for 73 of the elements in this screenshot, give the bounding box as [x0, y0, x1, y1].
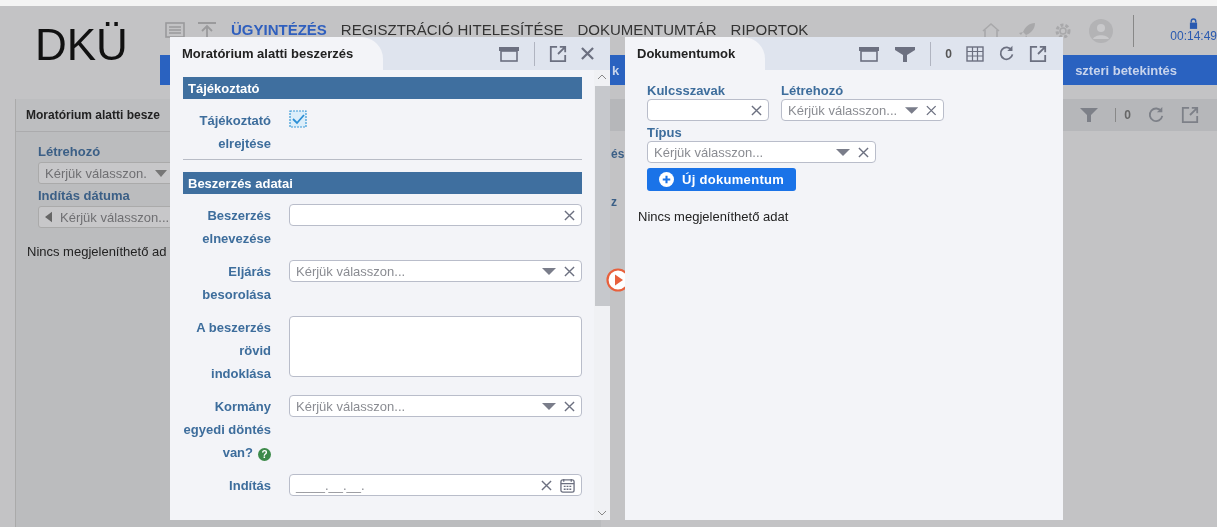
collapse-icon[interactable]	[197, 20, 217, 39]
nav-tab[interactable]: RIPORTOK	[730, 21, 809, 38]
logo: DKÜ	[35, 22, 129, 67]
nav-tab[interactable]: ÜGYINTÉZÉS	[231, 21, 327, 38]
section-header: Beszerzés adatai	[183, 172, 582, 194]
dropdown-caret-icon[interactable]	[836, 148, 850, 156]
arrow-left-icon[interactable]	[45, 211, 52, 223]
field-label: A beszerzés rövid indoklása	[195, 319, 271, 383]
field-label: z	[611, 195, 617, 209]
clear-icon[interactable]	[564, 209, 575, 221]
refresh-icon[interactable]	[1147, 106, 1165, 124]
field-label: Tájékoztató elrejtése	[198, 112, 271, 153]
dropdown-caret-icon[interactable]	[542, 402, 556, 410]
count-label: 0	[945, 46, 952, 61]
tab-label[interactable]: szteri betekintés	[1075, 62, 1177, 78]
field-label: Létrehozó	[781, 83, 845, 98]
field-label: Típus	[647, 125, 683, 140]
clear-icon[interactable]	[564, 400, 575, 412]
select-field[interactable]: Kérjük válasszon...	[289, 395, 582, 417]
new-document-button[interactable]: Új dokumentum	[647, 168, 797, 191]
refresh-icon[interactable]	[998, 45, 1015, 62]
export-icon[interactable]	[1029, 44, 1047, 63]
checkbox[interactable]	[289, 110, 307, 128]
select-field[interactable]: Kérjük válasszon...	[289, 260, 582, 282]
field-label: Beszerzés elnevezése	[201, 207, 271, 248]
clear-icon[interactable]	[751, 104, 762, 116]
export-icon[interactable]	[1181, 106, 1199, 124]
field-label: Indítás dátuma	[38, 188, 130, 203]
field-label: Indítás	[228, 477, 271, 495]
input-field[interactable]	[647, 99, 769, 121]
filter-icon[interactable]	[1079, 107, 1100, 123]
clear-icon[interactable]	[541, 479, 552, 491]
field-label: Eljárás besorolása	[201, 263, 271, 304]
filter-icon[interactable]	[894, 45, 917, 62]
field-label: és	[611, 147, 625, 161]
dropdown-caret-icon[interactable]	[905, 106, 919, 114]
clear-icon[interactable]	[564, 265, 575, 277]
calendar-icon[interactable]	[560, 477, 575, 493]
scrollbar[interactable]	[594, 70, 610, 520]
close-icon[interactable]	[581, 47, 594, 60]
input-field[interactable]	[289, 204, 582, 226]
field-label: Kulcsszavak	[647, 83, 727, 98]
count-label: 0	[1115, 108, 1131, 122]
dropdown-caret-icon[interactable]	[154, 169, 167, 177]
textarea-field[interactable]	[289, 316, 582, 377]
archive-icon[interactable]	[498, 45, 520, 62]
archive-icon[interactable]	[858, 45, 881, 62]
empty-message: Nincs megjeleníthető adat	[638, 209, 790, 224]
select-field[interactable]: Kérjük válasszon...	[781, 99, 944, 121]
help-icon[interactable]: ?	[258, 448, 271, 461]
clear-icon[interactable]	[926, 104, 937, 116]
window-title: Dokumentumok	[625, 37, 766, 70]
panel-title: Moratórium alatti besze	[26, 108, 161, 122]
tab-label[interactable]: k	[612, 62, 620, 78]
session-timer: 00:14:49	[1170, 29, 1217, 43]
window-title: Moratórium alatti beszerzés	[170, 37, 384, 70]
nav-tab[interactable]: REGISZTRÁCIÓ HITELESÍTÉSE	[340, 21, 564, 38]
section-header: Tájékoztató	[183, 77, 582, 99]
table-icon[interactable]	[966, 45, 984, 62]
clear-icon[interactable]	[858, 146, 869, 158]
nav-tab[interactable]: DOKUMENTUMTÁR	[577, 21, 717, 38]
select-field[interactable]: Kérjük válasszon...	[647, 141, 876, 163]
empty-message: Nincs megjeleníthető ad	[27, 244, 168, 259]
field-label: Létrehozó	[38, 144, 101, 159]
scroll-down-icon[interactable]	[597, 510, 607, 516]
field-label: Kormány egyedi döntés van? ?	[183, 398, 271, 463]
lock-icon	[1189, 18, 1199, 29]
date-field[interactable]: ____.__.__.	[289, 474, 582, 496]
scroll-up-icon[interactable]	[597, 74, 607, 80]
plus-icon	[659, 172, 674, 187]
list-icon[interactable]	[165, 21, 185, 38]
dropdown-caret-icon[interactable]	[542, 267, 556, 275]
export-icon[interactable]	[549, 44, 567, 63]
